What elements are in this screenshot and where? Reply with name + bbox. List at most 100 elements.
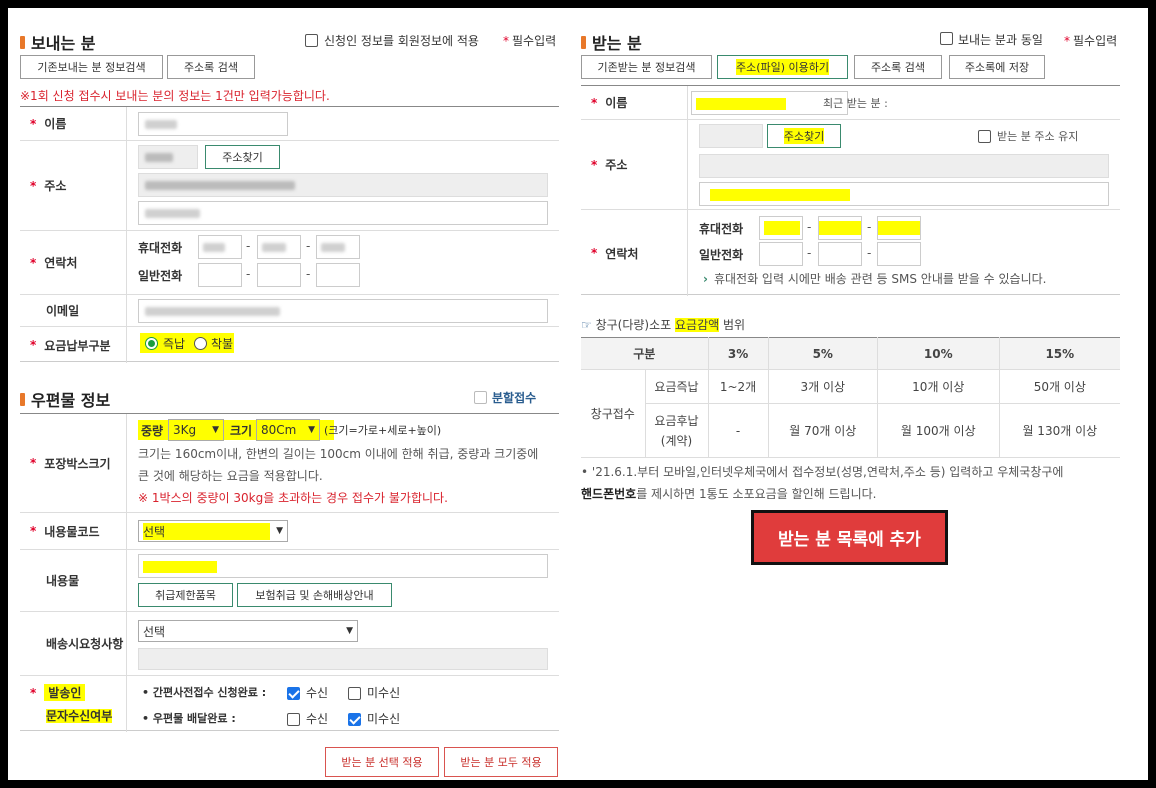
section-marker-icon [581,35,586,49]
sender-name-header: * 이름 [20,107,127,140]
sms-header-line1: * 발송인 [20,684,86,701]
receiver-sms-note-text: 휴대전화 입력 시에만 배송 관련 등 SMS 안내를 받을 수 있습니다. [713,272,1047,286]
sms-row2-receive-checkbox[interactable] [287,713,300,726]
content-code-row: * 내용물코드 선택 ▼ [20,513,559,550]
receiver-mobile-dash-2: - [867,220,872,234]
section-marker-icon [20,392,25,406]
sender-address1-input[interactable] [138,173,548,197]
apply-member-label: 신청인 정보를 회원정보에 적용 [324,34,479,48]
receiver-mobile-label: 휴대전화 [699,222,744,236]
receiver-contact-row: * 연락처 휴대전화 - - 일반전화 - - › 휴대전화 입력 시에만 배송 관… [581,210,1120,296]
same-as-sender-checkbox[interactable] [940,32,953,45]
delivery-request-header: 배송시요청사항 [20,612,127,675]
content-label: 내용물 [46,574,80,588]
sender-addressbook-button[interactable]: 주소록 검색 [167,55,255,79]
restricted-items-button[interactable]: 취급제한품목 [138,583,233,607]
file-address-button[interactable]: 주소(파일) 이용하기 [717,55,848,79]
apply-all-receivers-button[interactable]: 받는 분 모두 적용 [444,747,558,777]
receiver-phone-input-2[interactable] [818,242,862,266]
chevron-right-icon: › [703,272,708,286]
box-size-row: * 포장박스크기 중량 3Kg ▼ 크기 80Cm ▼ (크기=가로+세로+높이) 크… [20,414,559,513]
weight-label: 중량 [141,424,164,438]
sms-row2-noreceive-label: 미수신 [367,712,401,726]
discount-note-bold: 핸드폰번호 [581,487,637,501]
receiver-zip-input[interactable] [699,124,763,148]
add-to-receiver-list-button[interactable]: 받는 분 목록에 추가 [751,510,948,565]
receiver-phone-input-1[interactable] [759,242,803,266]
sms-row1-receive-label: 수신 [306,686,329,700]
discount-cell: 월 130개 이상 [998,403,1120,458]
sms-row: * 발송인 문자수신여부 • 간편사전접수 신청완료 : 수신 미수신 • 우편물… [20,676,559,732]
discount-row: 요금후납 (계약) - 월 70개 이상 월 100개 이상 월 130개 이상 [581,403,1120,458]
sender-name-input[interactable] [138,112,288,136]
sender-prev-search-button[interactable]: 기존보내는 분 정보검색 [20,55,163,79]
apply-selected-receivers-button[interactable]: 받는 분 선택 적용 [325,747,439,777]
sender-form-table: * 이름 * 주소 주소찾기 * 연락처 휴대전화 - - 일반전화 - - 이… [20,106,559,363]
chevron-down-icon: ▼ [308,425,315,435]
sender-address2-input[interactable] [138,201,548,225]
discount-row: 창구접수 요금즉납 1~2개 3개 이상 10개 이상 50개 이상 [581,369,1120,458]
delivery-request-input[interactable] [138,648,548,670]
content-code-select[interactable]: 선택 ▼ [138,520,288,542]
sms-header-line2: 문자수신여부 [46,707,113,724]
sender-mobile-input-2[interactable] [257,235,301,259]
weight-select-value: 3Kg [173,423,197,437]
discount-row-group: 창구접수 [581,369,646,458]
sender-find-address-button[interactable]: 주소찾기 [205,145,280,169]
content-code-header: * 내용물코드 [20,513,127,549]
receiver-required-note: * 필수입력 [1064,34,1118,48]
receiver-phone-input-3[interactable] [877,242,921,266]
receiver-mobile-input-1[interactable] [759,216,803,240]
apply-member-checkbox[interactable] [305,34,318,47]
sender-phone-input-2[interactable] [257,263,301,287]
pay-cod-radio[interactable] [194,337,207,350]
sms-row1-receive-checkbox[interactable] [287,687,300,700]
receiver-mobile-input-3[interactable] [877,216,921,240]
sender-required-text: 필수입력 [512,34,557,48]
sender-phone-label: 일반전화 [138,269,183,283]
discount-table: 구분 3% 5% 10% 15% 창구접수 요금즉납 1~2개 3개 이상 10… [581,337,1120,458]
discount-note-line2-wrap: 핸드폰번호를 제시하면 1통도 소포요금을 할인해 드립니다. [581,483,1120,505]
receiver-prev-search-button[interactable]: 기존받는 분 정보검색 [581,55,712,79]
sender-mobile-input-3[interactable] [316,235,360,259]
receiver-name-row: * 이름 최근 받는 분 : [581,86,1120,120]
keep-address-checkbox[interactable] [978,130,991,143]
receiver-find-address-button[interactable]: 주소찾기 [767,124,841,148]
sms-row2-noreceive-checkbox[interactable] [348,713,361,726]
content-code-value: 선택 [143,522,271,540]
receiver-address2-highlight [710,189,850,201]
content-input[interactable] [138,554,548,578]
receiver-address-header: * 주소 [581,120,688,209]
delivery-request-row: 배송시요청사항 선택 ▼ [20,612,559,676]
size-label: 크기 [230,424,253,438]
receiver-mobile-input-2[interactable] [818,216,862,240]
delivery-request-select[interactable]: 선택 ▼ [138,620,358,642]
sms-label-line1: 발송인 [44,684,86,701]
sender-address-label: 주소 [44,179,67,193]
recent-receiver-label: 최근 받는 분 : [823,97,888,110]
insurance-guide-button[interactable]: 보험취급 및 손해배상안내 [237,583,392,607]
pointing-hand-icon: ☞ [581,318,592,332]
receiver-address2-input[interactable] [699,182,1109,206]
sender-zip-input[interactable] [138,145,198,169]
sender-mobile-dash-2: - [306,239,311,253]
discount-header-cell: 5% [767,337,878,370]
discount-cell: 3개 이상 [767,369,878,404]
receiver-address1-input[interactable] [699,154,1109,178]
receiver-addressbook-button[interactable]: 주소록 검색 [854,55,942,79]
discount-cell: 월 70개 이상 [767,403,878,458]
sender-phone-input-1[interactable] [198,263,242,287]
sender-phone-input-3[interactable] [316,263,360,287]
sms-row2-receive-label: 수신 [306,712,329,726]
weight-select[interactable]: 3Kg ▼ [168,419,224,441]
sender-mobile-input-1[interactable] [198,235,242,259]
size-select[interactable]: 80Cm ▼ [256,419,320,441]
save-addressbook-button[interactable]: 주소록에 저장 [949,55,1045,79]
pay-prepaid-radio[interactable] [145,337,158,350]
sms-label-line2: 문자수신여부 [46,709,113,723]
receiver-title-text: 받는 분 [592,34,642,53]
same-as-sender-label: 보내는 분과 동일 [958,33,1043,47]
sender-email-input[interactable] [138,299,548,323]
split-receipt-checkbox[interactable] [474,391,487,404]
sms-row1-noreceive-checkbox[interactable] [348,687,361,700]
